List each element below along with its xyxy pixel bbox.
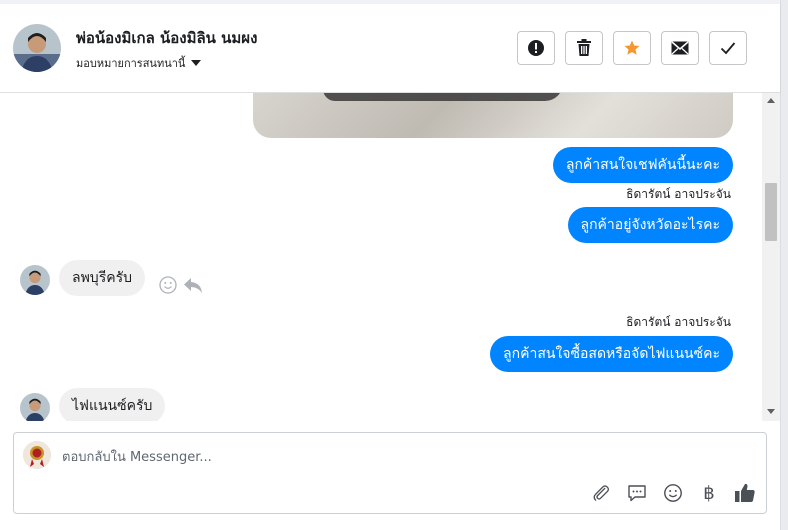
star-icon: [624, 40, 640, 55]
contact-avatar-small: [20, 393, 50, 421]
scroll-down-arrow-icon[interactable]: [767, 409, 775, 414]
scrollbar-thumb[interactable]: [765, 183, 777, 241]
reply-composer: ฿: [13, 432, 767, 514]
saved-replies-button[interactable]: [625, 481, 649, 505]
mark-spam-button[interactable]: [517, 31, 555, 65]
caret-down-icon: [191, 60, 202, 66]
message-sender: ธิดารัตน์ อาจประจัน: [626, 315, 731, 329]
react-emoji-icon[interactable]: [158, 275, 178, 295]
thumbs-up-icon: [735, 483, 755, 502]
reply-input[interactable]: [62, 447, 712, 467]
message-sender: ธิดารัตน์ อาจประจัน: [626, 187, 731, 201]
message-bubble-incoming: ลพบุรีครับ: [59, 260, 145, 296]
send-like-button[interactable]: [733, 481, 757, 505]
assign-conversation-dropdown[interactable]: มอบหมายการสนทนานี้: [76, 54, 202, 72]
envelope-icon: [671, 41, 689, 55]
mark-done-button[interactable]: [709, 31, 747, 65]
smiley-icon: [664, 484, 682, 502]
conversation-header: พ่อน้องมิเกล น้องมิลิน นมผง มอบหมายการสน…: [0, 4, 780, 93]
scroll-up-arrow-icon[interactable]: [767, 98, 775, 103]
message-list: ลูกค้าสนใจเชฟคันนี้นะคะ ธิดารัตน์ อาจประ…: [0, 93, 762, 421]
conversation-panel: พ่อน้องมิเกล น้องมิลิน นมผง มอบหมายการสน…: [0, 0, 781, 530]
speech-bubble-icon: [628, 485, 646, 502]
payment-button[interactable]: ฿: [697, 481, 721, 505]
message-bubble-outgoing: ลูกค้าอยู่จังหวัดอะไรคะ: [567, 207, 733, 243]
trash-icon: [577, 39, 591, 56]
paperclip-icon: [593, 485, 610, 501]
attach-file-button[interactable]: [589, 481, 613, 505]
contact-name: พ่อน้องมิเกล น้องมิลิน นมผง: [76, 29, 258, 47]
reply-icon[interactable]: [182, 275, 204, 295]
message-bubble-outgoing: ลูกค้าสนใจซื้อสดหรือจัดไฟแนนซ์คะ: [490, 336, 733, 372]
image-attachment[interactable]: [253, 93, 733, 138]
contact-avatar[interactable]: [13, 24, 61, 72]
emoji-button[interactable]: [661, 481, 685, 505]
page-avatar: [23, 441, 51, 469]
message-scrollbar[interactable]: [762, 93, 780, 421]
message-bubble-outgoing: ลูกค้าสนใจเชฟคันนี้นะคะ: [552, 147, 733, 183]
mark-unread-button[interactable]: [661, 31, 699, 65]
star-button[interactable]: [613, 31, 651, 65]
baht-icon: ฿: [703, 482, 715, 504]
contact-avatar-small: [20, 265, 50, 295]
message-bubble-incoming: ไฟแนนซ์ครับ: [59, 388, 166, 421]
assign-label: มอบหมายการสนทนานี้: [76, 57, 186, 70]
check-icon: [720, 42, 736, 55]
exclamation-circle-icon: [528, 40, 544, 56]
delete-button[interactable]: [565, 31, 603, 65]
